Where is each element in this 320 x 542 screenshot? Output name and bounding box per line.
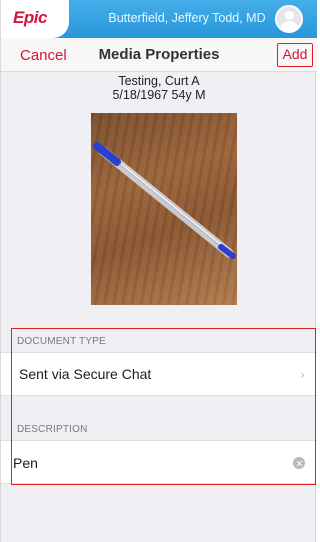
navigation-bar: Cancel Media Properties Add [1, 38, 317, 72]
patient-name: Testing, Curt A [118, 74, 200, 88]
user-avatar-icon[interactable] [275, 5, 303, 33]
cancel-button[interactable]: Cancel [20, 47, 67, 64]
media-photo [91, 113, 237, 305]
avatar-head [285, 11, 294, 20]
avatar-shoulders [280, 21, 299, 31]
patient-header: Testing, Curt A 5/18/1967 54y M [1, 74, 317, 102]
user-name: Butterfield, Jeffery Todd, MD [108, 11, 266, 25]
app-screen: Epic Butterfield, Jeffery Todd, MD Cance… [0, 0, 317, 542]
add-button[interactable]: Add [277, 43, 313, 67]
epic-logo: Epic [1, 0, 69, 38]
highlight-box [11, 328, 316, 485]
page-title: Media Properties [98, 46, 220, 63]
patient-dob-age-sex: 5/18/1967 54y M [112, 88, 206, 102]
top-status-bar: Epic Butterfield, Jeffery Todd, MD [1, 0, 317, 38]
epic-logo-text: Epic [13, 8, 47, 27]
pen-image [93, 142, 236, 259]
